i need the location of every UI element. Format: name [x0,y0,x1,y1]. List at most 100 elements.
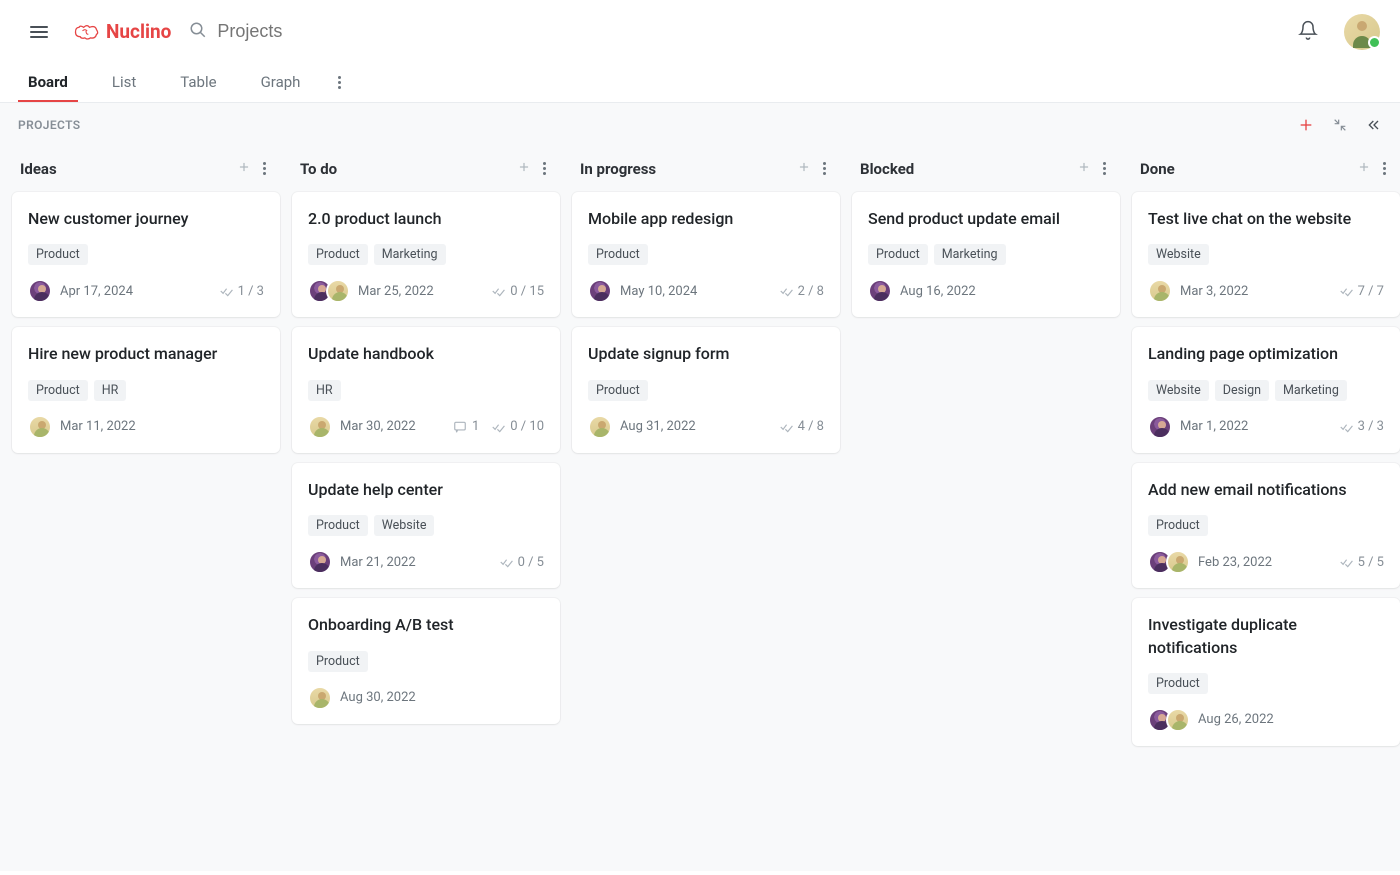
card-title: Onboarding A/B test [308,614,544,636]
card-footer-left: Aug 26, 2022 [1148,708,1274,732]
board-card[interactable]: Investigate duplicate notificationsProdu… [1132,598,1400,746]
card-title: Hire new product manager [28,343,264,365]
checklist-count: 7 / 7 [1339,284,1384,299]
card-tag: Product [868,244,928,265]
tag-row: Product [28,244,264,265]
card-footer-left: Mar 25, 2022 [308,279,434,303]
kanban-board: IdeasNew customer journeyProductApr 17, … [0,143,1400,871]
column-add-button[interactable] [231,155,257,182]
tab-table[interactable]: Table [170,63,226,102]
column-more-button[interactable] [1377,158,1392,179]
card-date: Mar 11, 2022 [60,419,136,434]
collapse-button[interactable] [1332,117,1348,133]
expand-panel-button[interactable] [1366,117,1382,133]
profile-avatar[interactable] [1344,14,1380,50]
card-date: Aug 30, 2022 [340,690,416,705]
tab-graph[interactable]: Graph [251,63,311,102]
checklist-count: 1 / 3 [219,284,264,299]
more-vertical-icon [338,76,341,89]
column-add-button[interactable] [1351,155,1377,182]
assignee-avatar [308,686,332,710]
checklist-count: 0 / 10 [491,419,544,434]
notifications-button[interactable] [1292,14,1324,50]
tag-row: HR [308,380,544,401]
card-date: Feb 23, 2022 [1198,555,1272,570]
card-footer-left: Aug 30, 2022 [308,686,416,710]
tabs-more-button[interactable] [334,72,345,93]
section-title: PROJECTS [18,118,81,132]
card-footer-right: 0 / 15 [491,284,544,299]
tag-row: Product [588,244,824,265]
card-title: Send product update email [868,208,1104,230]
brain-icon [72,21,100,43]
assignee-list [588,279,612,303]
column-more-button[interactable] [257,158,272,179]
tab-list[interactable]: List [102,63,146,102]
board-card[interactable]: Update handbookHRMar 30, 202210 / 10 [292,327,560,452]
checklist-icon [1339,284,1353,298]
app-logo[interactable]: Nuclino [72,20,171,43]
assignee-avatar [1166,550,1190,574]
assignee-avatar [308,415,332,439]
more-vertical-icon [823,162,826,175]
chevrons-left-icon [1366,117,1382,133]
card-date: Mar 1, 2022 [1180,419,1248,434]
board-card[interactable]: Update help centerProductWebsiteMar 21, … [292,463,560,588]
board-actions [1298,117,1382,133]
add-item-button[interactable] [1298,117,1314,133]
column-add-button[interactable] [1071,155,1097,182]
board-card[interactable]: Add new email notificationsProductFeb 23… [1132,463,1400,588]
tab-board[interactable]: Board [18,63,78,102]
column-more-button[interactable] [817,158,832,179]
card-date: Mar 3, 2022 [1180,284,1248,299]
card-title: Landing page optimization [1148,343,1384,365]
search-area[interactable] [189,21,1274,43]
plus-icon [517,160,531,174]
tag-row: Website [1148,244,1384,265]
search-input[interactable] [217,21,417,42]
menu-button[interactable] [24,20,54,44]
card-footer-right: 1 / 3 [219,284,264,299]
column-add-button[interactable] [511,155,537,182]
assignee-list [1148,708,1190,732]
board-card[interactable]: Mobile app redesignProductMay 10, 20242 … [572,192,840,317]
card-footer-left: May 10, 2024 [588,279,697,303]
board-card[interactable]: 2.0 product launchProductMarketingMar 25… [292,192,560,317]
board-card[interactable]: Hire new product managerProductHRMar 11,… [12,327,280,452]
column-title: Done [1140,160,1351,178]
card-tag: Product [1148,515,1208,536]
card-title: Update help center [308,479,544,501]
board-card[interactable]: Landing page optimizationWebsiteDesignMa… [1132,327,1400,452]
card-footer-left: Aug 31, 2022 [588,415,696,439]
board-sub-header: PROJECTS [0,103,1400,143]
card-footer-right: 2 / 8 [779,284,824,299]
card-footer: Mar 21, 20220 / 5 [308,550,544,574]
board-card[interactable]: Onboarding A/B test Product Aug 30, 2022 [292,598,560,723]
tag-row: Product [308,651,544,672]
assignee-avatar [868,279,892,303]
column-blocked: BlockedSend product update emailProductM… [852,149,1120,851]
checklist-icon [219,284,233,298]
card-footer-right: 3 / 3 [1339,419,1384,434]
assignee-list [1148,550,1190,574]
board-card[interactable]: Send product update emailProductMarketin… [852,192,1120,317]
assignee-list [868,279,892,303]
card-footer-left: Mar 30, 2022 [308,415,416,439]
assignee-avatar [28,415,52,439]
more-vertical-icon [1383,162,1386,175]
board-card[interactable]: Test live chat on the websiteWebsiteMar … [1132,192,1400,317]
checklist-count: 0 / 5 [499,555,544,570]
card-footer: Aug 31, 20224 / 8 [588,415,824,439]
card-tag: Product [1148,673,1208,694]
card-tag: Product [28,244,88,265]
card-footer: Apr 17, 20241 / 3 [28,279,264,303]
column-title: Blocked [860,160,1071,178]
column-add-button[interactable] [791,155,817,182]
column-more-button[interactable] [537,158,552,179]
plus-icon [797,160,811,174]
board-card[interactable]: Update signup formProductAug 31, 20224 /… [572,327,840,452]
column-more-button[interactable] [1097,158,1112,179]
card-footer: Feb 23, 20225 / 5 [1148,550,1384,574]
board-card[interactable]: New customer journeyProductApr 17, 20241… [12,192,280,317]
card-tag: Product [308,244,368,265]
